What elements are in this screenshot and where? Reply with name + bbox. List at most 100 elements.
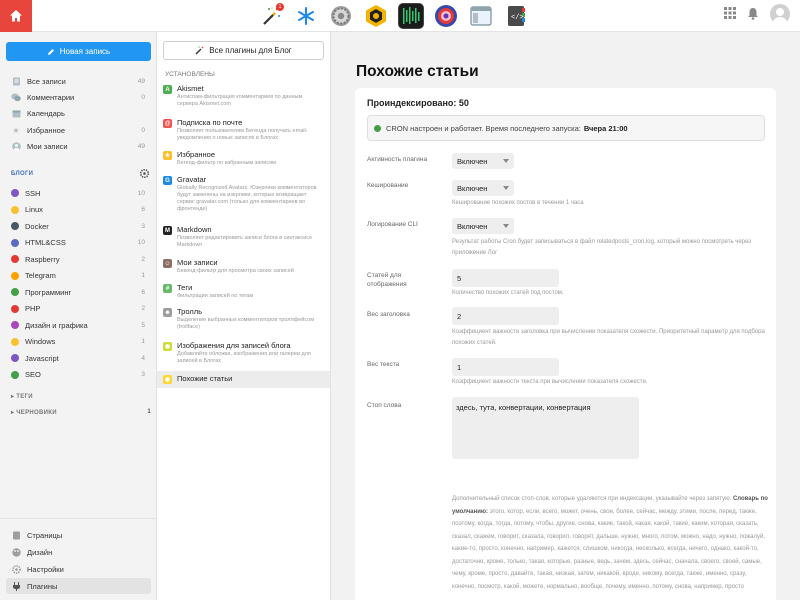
sidebar-item-my-posts[interactable]: Мои записи 49 — [6, 138, 151, 154]
drafts-label: ЧЕРНОВИКИ — [16, 410, 57, 416]
magic-wand-app-icon[interactable]: 1 — [258, 3, 284, 29]
count-value: 5 — [457, 273, 462, 283]
settings-icon — [11, 564, 21, 574]
plugin-item[interactable]: # Теги Фильтрация записей по тегам — [157, 283, 330, 300]
user-avatar[interactable] — [770, 4, 790, 24]
sidebar-item-label: Избранное — [27, 125, 66, 135]
cache-label: Кеширование — [367, 182, 409, 189]
plugin-item[interactable]: A Akismet Антиспам-фильтрация комментариев… — [157, 84, 330, 108]
comments-icon — [11, 92, 21, 102]
sidebar-blog-item[interactable]: SEO 3 — [6, 367, 151, 383]
plugin-description: Позволяет редактировать записи блога в с… — [177, 235, 313, 248]
plugin-description: Выделение выбранных комментаторов троллф… — [177, 317, 315, 330]
plugin-name: Мои записи — [177, 258, 218, 267]
tags-label: ТЕГИ — [16, 394, 33, 400]
plugin-icon: M — [163, 226, 172, 235]
plugin-active-label: Активность плагина — [367, 156, 428, 163]
plugin-item[interactable]: ☺ Мои записи Бекенд-фильтр для просмотра с… — [157, 258, 330, 275]
sidebar-blog-item[interactable]: Программинг 6 — [6, 284, 151, 300]
all-plugins-button[interactable]: Все плагины для Блог — [163, 41, 324, 60]
sidebar-item-label: Дизайн — [27, 547, 53, 557]
plugin-icon: ☻ — [163, 308, 172, 317]
left-sidebar: Новая запись Все записи 49 Комментарии 0… — [0, 32, 157, 600]
count-input[interactable]: 5 — [452, 269, 559, 287]
pages-icon — [11, 530, 21, 540]
sidebar-item-count: 6 — [141, 288, 145, 296]
plugin-icon: ☺ — [163, 259, 172, 268]
camera-app-icon[interactable] — [433, 3, 459, 29]
plugin-item[interactable]: @ Подписка по почте Позволяет пользователя… — [157, 118, 330, 142]
sidebar-blog-item[interactable]: Docker 3 — [6, 218, 151, 234]
drafts-section-title[interactable]: ▸ ЧЕРНОВИКИ 1 — [11, 409, 151, 416]
sidebar-item-label: Raspberry — [25, 254, 60, 264]
sidebar-blog-item[interactable]: Telegram 1 — [6, 268, 151, 284]
tags-section-title[interactable]: ▸ ТЕГИ — [11, 393, 33, 400]
home-button[interactable] — [0, 0, 32, 32]
window-app-icon[interactable] — [468, 3, 494, 29]
plugin-icon: A — [163, 85, 172, 94]
bell-icon[interactable] — [747, 7, 759, 22]
snowflake-app-icon[interactable] — [293, 3, 319, 29]
sidebar-item-label: Windows — [25, 337, 56, 346]
plugin-icon: ◉ — [163, 375, 172, 384]
sidebar-item-count: 1 — [141, 338, 145, 345]
plugin-description: Бегенд-фильтр по избранным записям — [177, 160, 276, 166]
sidebar-blog-item[interactable]: Raspberry 2 — [6, 251, 151, 267]
home-icon — [10, 10, 22, 22]
sidebar-blog-item[interactable]: PHP 2 — [6, 301, 151, 317]
stop-words-textarea[interactable]: здесь, тута, конвертации, конвертация — [452, 397, 639, 459]
text-weight-input[interactable]: 1 — [452, 358, 559, 376]
sidebar-item-favorites[interactable]: ★ Избранное 0 — [6, 122, 151, 138]
plugin-item[interactable]: ☻ Тролль Выделение выбранных комментаторов… — [157, 307, 330, 331]
code-editor-app-icon[interactable]: </> — [503, 3, 529, 29]
blog-icon — [11, 354, 19, 362]
new-post-button[interactable]: Новая запись — [6, 42, 151, 61]
apps-grid-icon[interactable] — [724, 7, 736, 21]
sidebar-blog-item[interactable]: HTML&CSS 10 — [6, 235, 151, 251]
plugin-item[interactable]: M Markdown Позволяет редактировать записи … — [157, 225, 330, 249]
sidebar-blog-item[interactable]: Дизайн и графика 5 — [6, 317, 151, 333]
sidebar-item-all-posts[interactable]: Все записи 49 — [6, 73, 151, 89]
new-post-label: Новая запись — [59, 47, 111, 56]
sidebar-item-count: 3 — [141, 371, 145, 378]
blog-icon — [11, 370, 19, 379]
plugin-description: Фильтрация записей по тегам — [177, 293, 254, 299]
log-select[interactable]: Включен — [452, 218, 514, 234]
sidebar-item-label: Docker — [25, 221, 49, 231]
plugins-panel: Все плагины для Блог УСТАНОВЛЕНЫ A Akisme… — [157, 32, 331, 600]
sidebar-item-label: Календарь — [27, 108, 65, 118]
sidebar-blog-item[interactable]: Javascript 4 — [6, 350, 151, 366]
blog-icon — [11, 205, 19, 214]
sidebar-blog-item[interactable]: Windows 1 — [6, 334, 151, 350]
sidebar-item-comments[interactable]: Комментарии 0 — [6, 89, 151, 105]
sidebar-item-count: 0 — [141, 126, 145, 134]
cache-select[interactable]: Включен — [452, 180, 514, 196]
plugin-active-select[interactable]: Включен — [452, 153, 514, 169]
user-icon — [11, 141, 21, 151]
sidebar-item-design[interactable]: Дизайн — [6, 544, 151, 560]
sidebar-item-label: SEO — [25, 370, 41, 379]
sidebar-item-settings[interactable]: Настройки — [6, 561, 151, 577]
plugin-item[interactable]: ★ Избранное Бегенд-фильтр по избранным зап… — [157, 150, 330, 167]
plugin-description: Globally Recognized Avatars. Юзерпики ко… — [177, 185, 317, 212]
sidebar-item-label: PHP — [25, 304, 41, 313]
hexagon-app-icon[interactable] — [363, 3, 389, 29]
sidebar-item-calendar[interactable]: Календарь — [6, 105, 151, 121]
plugin-name: Подписка по почте — [177, 118, 243, 127]
plugin-item[interactable]: G Gravatar Globally Recognized Avatars. Юз… — [157, 175, 330, 213]
cache-hint: Кеширование похожих постов в течении 1 ч… — [452, 200, 584, 206]
plugin-item[interactable]: ◉ Изображения для записей блога Добавляйте… — [157, 341, 330, 365]
plugin-item[interactable]: ◉ Похожие статьи — [157, 371, 330, 388]
sidebar-blog-item[interactable]: Linux 6 — [6, 202, 151, 218]
chevron-down-icon — [503, 159, 509, 163]
blogs-settings-icon[interactable] — [139, 168, 150, 180]
sidebar-item-label: Плагины — [27, 581, 58, 591]
settings-gear-app-icon[interactable] — [328, 3, 354, 29]
svg-text:</>: </> — [511, 14, 524, 22]
title-weight-input[interactable]: 2 — [452, 307, 559, 325]
terminal-app-icon[interactable] — [398, 3, 424, 29]
sidebar-item-plugins[interactable]: Плагины — [6, 578, 151, 594]
sidebar-blog-item[interactable]: SSH 10 — [6, 185, 151, 201]
count-label: Статей для отображения — [367, 272, 407, 288]
sidebar-item-pages[interactable]: Страницы — [6, 527, 151, 543]
